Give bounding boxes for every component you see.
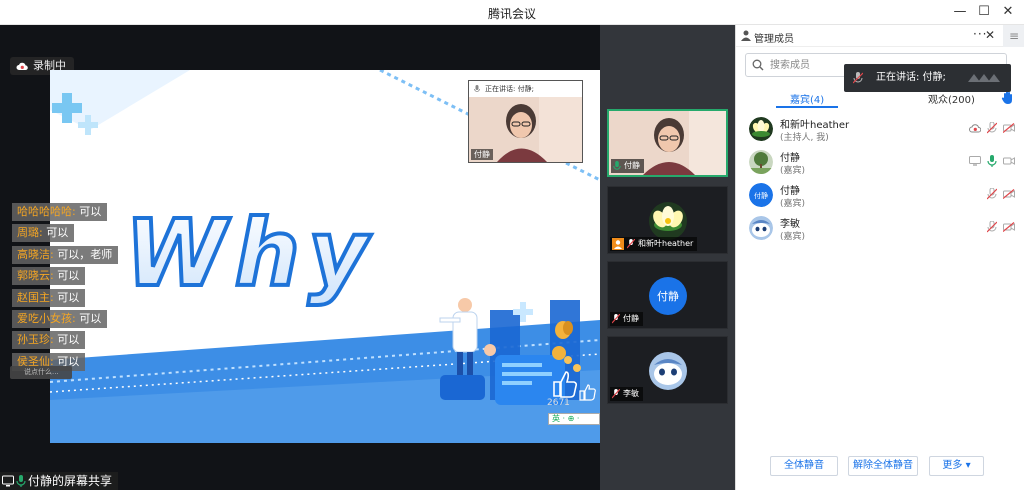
tab-guests[interactable]: 嘉宾(4) — [790, 91, 824, 106]
slide-why-text: Why — [125, 200, 376, 307]
member-controls — [969, 122, 1015, 134]
voice-wave-icon — [968, 74, 1000, 82]
more-button[interactable]: 更多 ▾ — [929, 456, 984, 476]
chat-message: 哈哈哈哈哈: 可以 — [12, 203, 108, 221]
avatar-initials: 付静 — [657, 289, 679, 303]
like-count: 2671 — [547, 398, 570, 408]
screen-share-text: 付静的屏幕共享 — [28, 474, 113, 488]
camera-off-icon[interactable] — [1003, 222, 1015, 232]
video-tile-limin[interactable]: 李敏 — [607, 336, 728, 404]
lotus-avatar — [648, 202, 687, 240]
video-tile-heather[interactable]: 和新叶heather — [607, 186, 728, 254]
member-row[interactable]: 付静 (嘉宾) — [736, 147, 1024, 180]
recording-cloud-icon — [969, 124, 981, 133]
screen-share-icon — [2, 475, 14, 487]
chat-message: 孙玉珍: 可以 — [12, 331, 86, 350]
cartoon-avatar — [749, 216, 773, 240]
member-row[interactable]: 和新叶heather (主持人, 我) — [736, 114, 1024, 147]
window-title: 腾讯会议 — [487, 7, 536, 21]
mic-on-icon[interactable] — [987, 155, 997, 167]
close-window-button[interactable]: ✕ — [995, 2, 1021, 22]
video-tile-fujing-2[interactable]: 付静 付静 — [607, 261, 728, 329]
ime-toolbar[interactable]: 英 · ⊕ · — [548, 413, 600, 425]
mic-muted-icon — [612, 389, 620, 399]
mic-muted-icon — [612, 314, 620, 324]
unmute-all-button[interactable]: 解除全体静音 — [848, 456, 918, 476]
mic-muted-icon[interactable] — [987, 188, 997, 200]
member-name: 付静 — [780, 153, 800, 164]
chat-message: 周璐: 可以 — [12, 224, 75, 243]
close-panel-button[interactable]: ✕ — [985, 28, 995, 42]
panel-side-toggle[interactable]: ≡ — [1003, 25, 1024, 47]
video-strip: 付静 和新叶heather 付静 付静 李敏 — [600, 25, 735, 490]
member-role: (嘉宾) — [780, 166, 806, 176]
member-panel-header: 管理成员 ··· ✕ ≡ — [736, 25, 1024, 47]
raise-hand-icon[interactable] — [1001, 91, 1013, 105]
pip-presenter-name: 付静 — [471, 149, 493, 160]
camera-icon[interactable] — [1003, 156, 1015, 166]
pip-speaking-text: 正在讲话: 付静; — [485, 85, 534, 93]
mic-icon — [474, 85, 480, 92]
cartoon-avatar — [648, 352, 687, 390]
avatar-initials: 付静 — [754, 191, 768, 200]
member-role: (嘉宾) — [780, 232, 806, 242]
recording-cloud-icon — [16, 62, 28, 70]
tencent-meeting-window: 腾讯会议 — ☐ ✕ 录制中 Why 正在讲话: 付静; 付静 哈哈哈哈哈: 可… — [0, 0, 1024, 490]
rose-icon — [552, 346, 581, 372]
fujing-text-avatar: 付静 — [749, 183, 773, 207]
member-panel-title: 管理成员 — [754, 34, 794, 45]
maximize-button[interactable]: ☐ — [971, 2, 997, 22]
chat-input-tip[interactable]: 说点什么... — [10, 366, 72, 379]
member-row[interactable]: 付静 付静 (嘉宾) — [736, 180, 1024, 213]
tile-name-tag: 李敏 — [610, 387, 643, 401]
member-controls — [987, 221, 1015, 233]
tree-avatar — [749, 150, 773, 174]
chat-overlay: 哈哈哈哈哈: 可以 周璐: 可以 高晓洁: 可以，老师 郭晓云: 可以 赵国主:… — [12, 200, 132, 371]
member-panel: 管理成员 ··· ✕ ≡ 嘉宾(4) 观众(200) — [735, 25, 1024, 490]
chat-message: 高晓洁: 可以，老师 — [12, 245, 119, 264]
tile-name-tag: 和新叶heather — [610, 237, 698, 251]
fujing-text-avatar: 付静 — [648, 277, 687, 315]
host-icon — [612, 238, 624, 250]
member-role: (嘉宾) — [780, 199, 806, 209]
tile-name-tag: 付静 — [610, 312, 643, 326]
chat-message: 郭晓云: 可以 — [12, 267, 86, 286]
video-tile-fujing[interactable]: 付静 — [607, 109, 728, 177]
screen-share-icon — [969, 156, 981, 166]
screen-share-label: 付静的屏幕共享 — [0, 472, 119, 490]
clap-icon — [555, 321, 573, 339]
lotus-avatar — [749, 117, 773, 141]
chat-message: 赵国主: 可以 — [12, 288, 86, 307]
member-name: 付静 — [780, 186, 800, 197]
speaking-text: 正在讲话: 付静; — [876, 72, 946, 83]
tab-audience[interactable]: 观众(200) — [928, 91, 975, 106]
chat-message: 爱吃小女孩: 可以 — [12, 309, 108, 328]
camera-off-icon[interactable] — [1003, 123, 1015, 133]
mic-muted-icon — [853, 72, 863, 84]
mic-muted-icon[interactable] — [987, 122, 997, 134]
member-row[interactable]: 李敏 (嘉宾) — [736, 213, 1024, 246]
presenter-pip[interactable]: 正在讲话: 付静; 付静 — [468, 80, 583, 163]
camera-off-icon[interactable] — [1003, 189, 1015, 199]
member-name: 李敏 — [780, 219, 800, 230]
minimize-button[interactable]: — — [947, 2, 973, 22]
member-controls — [969, 155, 1015, 167]
search-icon — [752, 59, 764, 71]
tab-underline — [776, 106, 838, 108]
member-name: 和新叶heather — [780, 120, 850, 131]
speaking-indicator: 正在讲话: 付静; — [844, 64, 1011, 92]
pip-header: 正在讲话: 付静; — [469, 81, 582, 97]
mic-muted-icon — [627, 239, 635, 249]
member-controls — [987, 188, 1015, 200]
tile-name-tag: 付静 — [611, 159, 644, 173]
member-role: (主持人, 我) — [780, 133, 829, 143]
person-icon — [741, 30, 751, 41]
mic-on-icon — [16, 475, 26, 487]
title-bar: 腾讯会议 — ☐ ✕ — [0, 0, 1024, 25]
thumbs-up-icon[interactable] — [553, 371, 596, 401]
mic-on-icon — [613, 161, 621, 170]
mute-all-button[interactable]: 全体静音 — [770, 456, 838, 476]
mic-muted-icon[interactable] — [987, 221, 997, 233]
